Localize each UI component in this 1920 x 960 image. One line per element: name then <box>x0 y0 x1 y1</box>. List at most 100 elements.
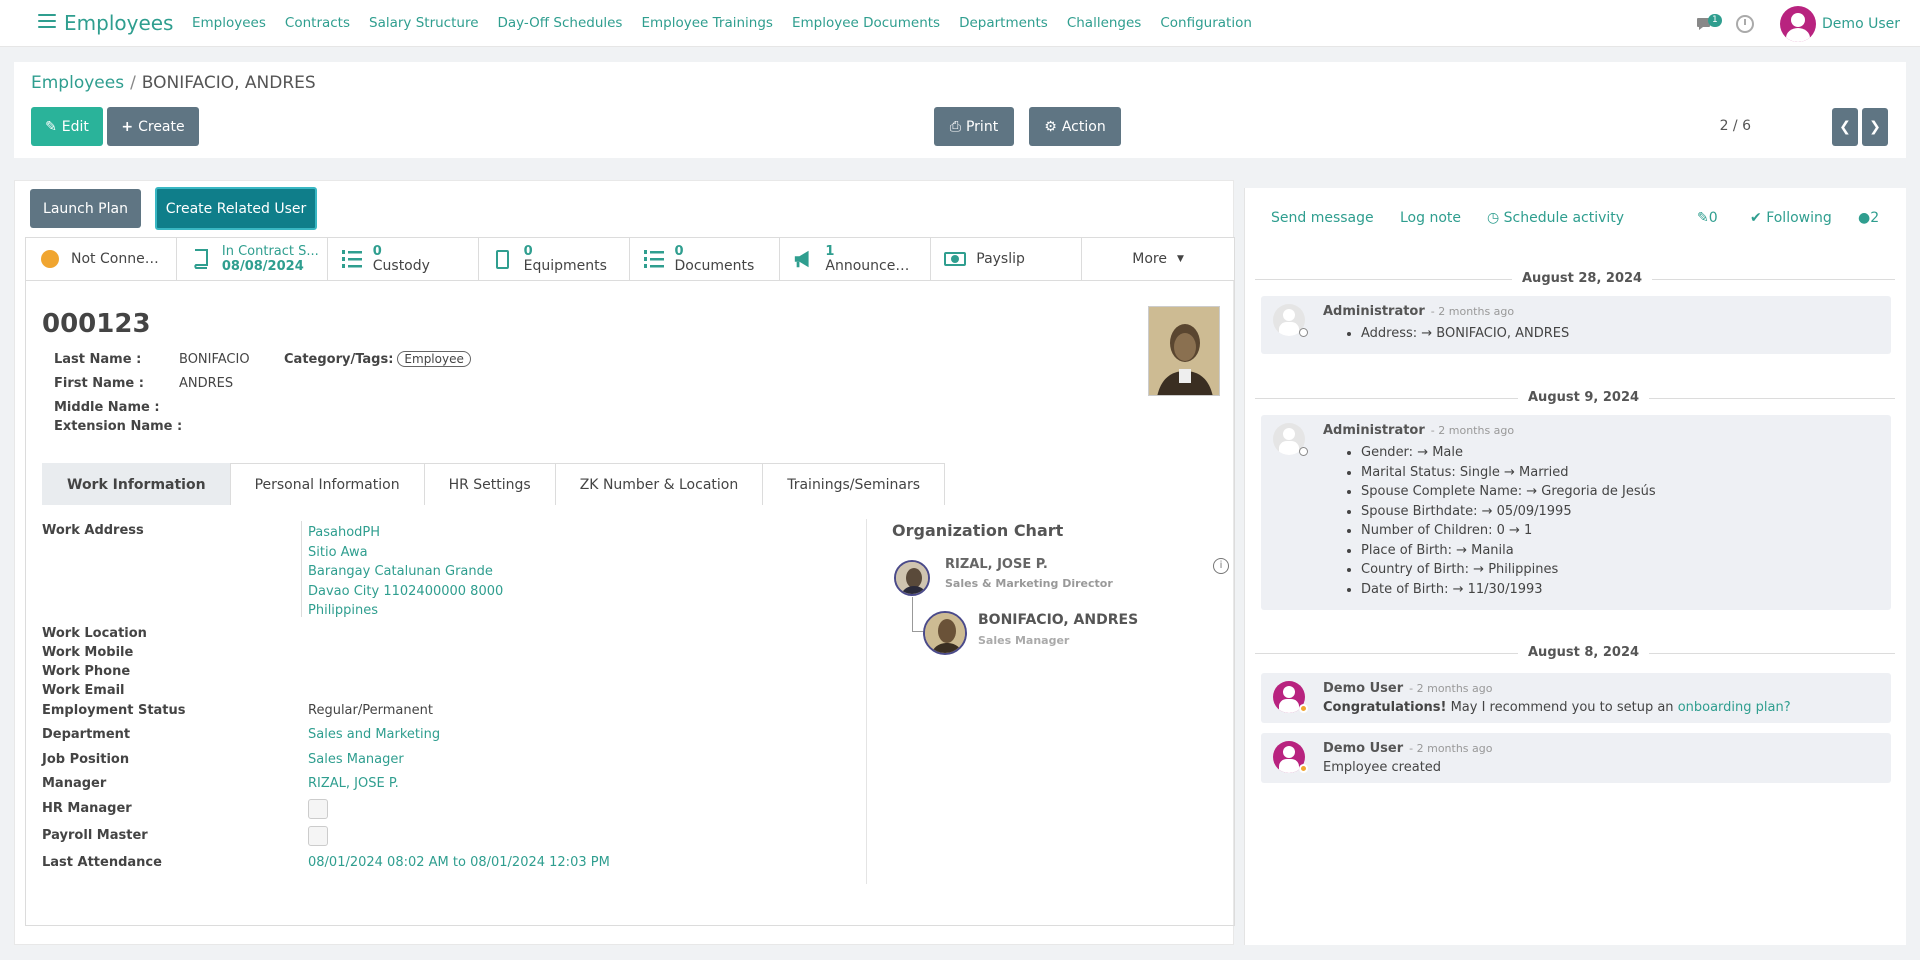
payroll-master-label: Payroll Master <box>42 828 148 843</box>
pager-previous-button[interactable]: ❮ <box>1832 108 1858 146</box>
form-view: Launch Plan Create Related User Not Conn… <box>14 180 1235 945</box>
tab-hr-settings[interactable]: HR Settings <box>423 463 556 505</box>
user-avatar[interactable] <box>1780 6 1817 42</box>
employee-id: 000123 <box>42 309 151 339</box>
work-email-label: Work Email <box>42 683 125 698</box>
menu-contracts[interactable]: Contracts <box>285 15 350 31</box>
work-mobile-label: Work Mobile <box>42 645 134 660</box>
list-ol-icon <box>643 248 665 270</box>
book-icon <box>190 248 212 270</box>
check-icon: ✔ <box>1750 210 1762 226</box>
log-note-button[interactable]: Log note <box>1400 210 1461 226</box>
menu-salary-structure[interactable]: Salary Structure <box>369 15 479 31</box>
app-title[interactable]: Employees <box>64 11 173 35</box>
print-button[interactable]: ⎙ Print <box>934 107 1014 146</box>
pager-next-button[interactable]: ❯ <box>1862 108 1888 146</box>
info-circle-icon[interactable]: i <box>1213 558 1229 574</box>
org-manager-name[interactable]: RIZAL, JOSE P. <box>945 557 1048 572</box>
middle-name-label: Middle Name : <box>54 400 160 415</box>
tab-personal-information[interactable]: Personal Information <box>229 463 425 505</box>
tag-pill[interactable]: Employee <box>397 351 471 367</box>
smart-buttons: Not Connect... In Contract S... 08/08/202… <box>25 237 1235 281</box>
clock-icon: ◷ <box>1487 210 1500 226</box>
equipments-button[interactable]: 0 Equipments <box>479 238 630 280</box>
plus-icon: + <box>121 118 134 135</box>
message-item: Administrator- 2 months ago Address: → B… <box>1261 296 1891 354</box>
chevron-left-icon: ❮ <box>1839 119 1851 135</box>
work-location-label: Work Location <box>42 626 147 641</box>
following-button[interactable]: ✔ Following <box>1750 210 1832 226</box>
action-button[interactable]: ⚙ Action <box>1029 107 1121 146</box>
breadcrumb-current: BONIFACIO, ANDRES <box>141 73 316 93</box>
menu-day-off-schedules[interactable]: Day-Off Schedules <box>498 15 623 31</box>
activity-clock-icon[interactable] <box>1736 15 1755 33</box>
money-icon <box>944 248 967 270</box>
org-chart-title: Organization Chart <box>892 521 1064 540</box>
create-button[interactable]: + Create <box>107 107 199 146</box>
org-chart-divider <box>866 519 867 884</box>
tracking-values: Gender: → Male Marital Status: Single → … <box>1361 443 1656 599</box>
menu-employee-trainings[interactable]: Employee Trainings <box>641 15 772 31</box>
employee-org-avatar[interactable] <box>923 611 967 655</box>
payroll-master-checkbox[interactable] <box>308 826 328 846</box>
create-related-user-button[interactable]: Create Related User <box>155 187 317 230</box>
form-sheet: 000123 Last Name : BONIFACIO First Name … <box>25 281 1235 926</box>
announcements-button[interactable]: 1 Announcem... <box>780 238 932 280</box>
menu-employee-documents[interactable]: Employee Documents <box>792 15 940 31</box>
caret-down-icon: ▼ <box>1176 254 1184 264</box>
list-ol-icon <box>341 248 363 270</box>
gear-icon: ⚙ <box>1044 118 1057 135</box>
menu-challenges[interactable]: Challenges <box>1067 15 1142 31</box>
send-message-button[interactable]: Send message <box>1271 210 1374 226</box>
chatter-panel: Send message Log note ◷ Schedule activit… <box>1244 188 1906 945</box>
attachments-button[interactable]: ✎0 <box>1697 210 1718 226</box>
launch-plan-button[interactable]: Launch Plan <box>30 189 141 228</box>
printer-icon: ⎙ <box>949 118 961 135</box>
menu-icon[interactable] <box>38 14 56 28</box>
followers-button[interactable]: ●2 <box>1858 210 1879 226</box>
status-dot-icon <box>1299 328 1308 337</box>
manager-value[interactable]: RIZAL, JOSE P. <box>308 776 399 791</box>
message-body: Congratulations! May I recommend you to … <box>1323 700 1791 715</box>
tab-work-information[interactable]: Work Information <box>42 463 231 505</box>
custody-button[interactable]: 0 Custody <box>328 238 479 280</box>
payslip-button[interactable]: Payslip <box>931 238 1083 280</box>
last-attendance-value[interactable]: 08/01/2024 08:02 AM to 08/01/2024 12:03 … <box>308 855 610 870</box>
documents-button[interactable]: 0 Documents <box>630 238 781 280</box>
messages-icon[interactable]: 1 <box>1696 14 1722 34</box>
breadcrumb-parent[interactable]: Employees <box>31 73 124 93</box>
department-value[interactable]: Sales and Marketing <box>308 727 440 742</box>
presence-button[interactable]: Not Connect... <box>26 238 177 280</box>
employee-photo[interactable] <box>1148 306 1220 396</box>
date-label: August 8, 2024 <box>1518 645 1650 660</box>
last-attendance-label: Last Attendance <box>42 855 162 870</box>
date-label: August 28, 2024 <box>1512 271 1653 286</box>
onboarding-plan-link[interactable]: onboarding plan? <box>1678 700 1791 715</box>
menu-employees[interactable]: Employees <box>192 15 266 31</box>
category-tags-field: Category/Tags: Employee <box>284 351 471 367</box>
tab-trainings-seminars[interactable]: Trainings/Seminars <box>762 463 945 505</box>
menu-departments[interactable]: Departments <box>959 15 1048 31</box>
status-dot-icon <box>1299 764 1308 773</box>
schedule-activity-button[interactable]: ◷ Schedule activity <box>1487 210 1624 226</box>
hr-manager-checkbox[interactable] <box>308 799 328 819</box>
contract-button[interactable]: In Contract S... 08/08/2024 <box>177 238 328 280</box>
more-button[interactable]: More ▼ <box>1082 238 1234 280</box>
org-self-name: BONIFACIO, ANDRES <box>978 612 1139 628</box>
job-position-label: Job Position <box>42 752 130 767</box>
edit-button[interactable]: ✎ Edit <box>31 107 103 146</box>
status-dot-icon <box>1299 704 1308 713</box>
date-label: August 9, 2024 <box>1518 390 1650 405</box>
user-icon: ● <box>1858 210 1871 226</box>
pencil-icon: ✎ <box>45 118 57 135</box>
message-author: Administrator - 2 months ago <box>1323 423 1515 438</box>
job-position-value[interactable]: Sales Manager <box>308 752 404 767</box>
work-address-label: Work Address <box>42 523 144 538</box>
work-address-value[interactable]: PasahodPH Sitio Awa Barangay Catalunan G… <box>308 523 503 621</box>
user-name[interactable]: Demo User <box>1822 16 1900 32</box>
tab-zk-number-location[interactable]: ZK Number & Location <box>554 463 764 505</box>
employment-status-value: Regular/Permanent <box>308 703 433 718</box>
menu-configuration[interactable]: Configuration <box>1160 15 1252 31</box>
manager-avatar[interactable] <box>894 560 930 596</box>
work-phone-label: Work Phone <box>42 664 131 679</box>
